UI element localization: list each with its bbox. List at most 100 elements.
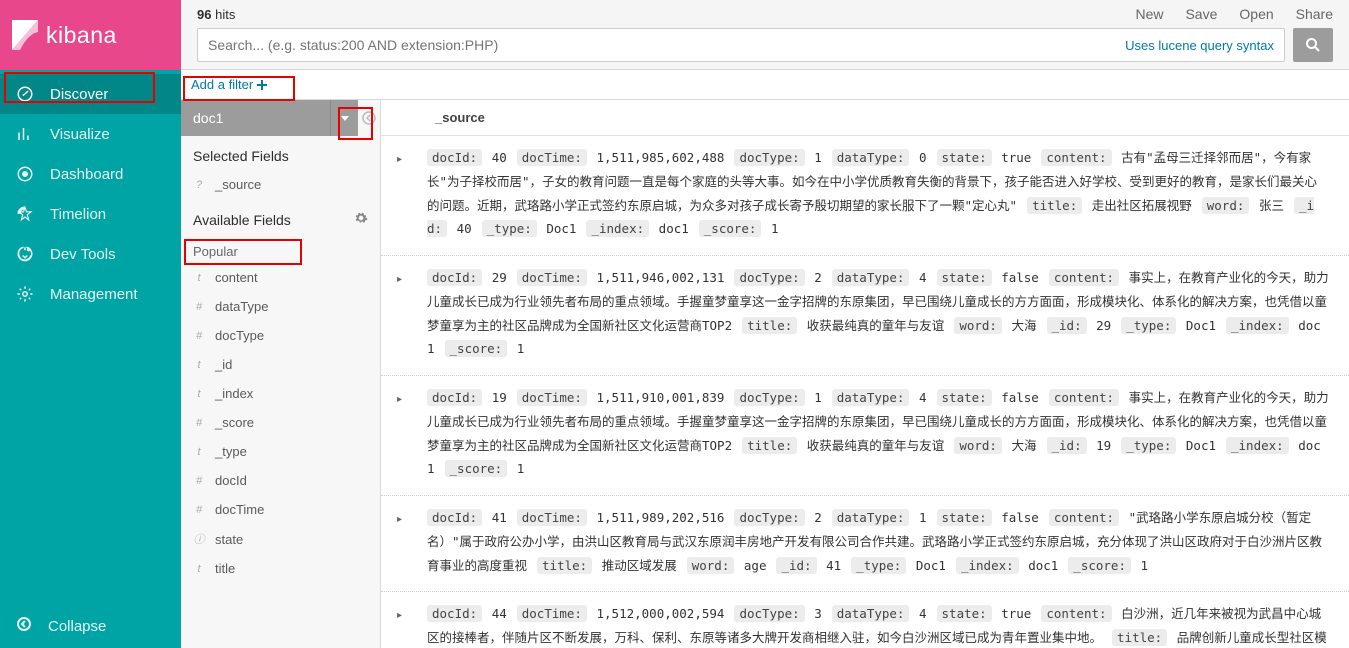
field-value: 1 [814,150,822,165]
wrench-icon [16,245,34,263]
bar-chart-icon [16,125,34,143]
collapse-fields-button[interactable] [360,109,378,127]
field-value: 40 [457,221,472,236]
field-name: _source [215,177,261,192]
selected-field-_source[interactable]: ?_source [181,170,380,199]
field-key: docType: [734,149,804,166]
top-action-share[interactable]: Share [1296,6,1333,22]
available-field-_id[interactable]: t_id [181,350,380,379]
field-name: _score [215,415,254,430]
field-name: docType [215,328,264,343]
field-value: 29 [1096,318,1111,333]
logo[interactable]: kibana [0,0,181,70]
add-filter-label: Add a filter [191,77,253,92]
available-field-dataType[interactable]: #dataType [181,292,380,321]
available-field-state[interactable]: ⓘstate [181,524,380,554]
field-value: 1 [814,390,822,405]
field-key: docTime: [517,269,587,286]
add-filter-button[interactable]: Add a filter [191,77,267,92]
field-key: _score: [445,460,508,477]
nav-item-discover[interactable]: Discover [0,74,181,114]
field-key: state: [937,389,992,406]
field-type-icon: t [193,272,205,284]
popular-header: Popular [181,234,380,263]
field-key: title: [1027,197,1082,214]
nav-item-dev-tools[interactable]: Dev Tools [0,234,181,274]
field-key: state: [937,605,992,622]
expand-toggle[interactable]: ▸ [397,266,407,361]
field-key: state: [937,269,992,286]
field-value: false [1001,510,1039,525]
field-key: _index: [586,220,649,237]
index-pattern-caret[interactable] [330,100,358,136]
available-field-docTime[interactable]: #docTime [181,495,380,524]
collapse-button[interactable]: Collapse [0,604,181,648]
search-input[interactable] [208,37,1117,53]
top-action-save[interactable]: Save [1185,6,1217,22]
row-content: docId: 29docTime: 1,511,946,002,131docTy… [427,266,1329,361]
field-type-icon: t [193,446,205,458]
gear-icon [16,285,34,303]
index-pattern-select[interactable]: doc1 [181,100,330,136]
field-value: Doc1 [1186,318,1216,333]
search-box[interactable]: Uses lucene query syntax [197,28,1285,62]
field-value: 2 [814,270,822,285]
nav: Discover VisualizeDashboardTimelionDev To… [0,70,181,314]
field-value: false [1001,270,1039,285]
available-field-_score[interactable]: #_score [181,408,380,437]
field-key: docTime: [517,605,587,622]
field-value: doc1 [1028,558,1058,573]
field-key: _score: [699,220,762,237]
top-action-open[interactable]: Open [1239,6,1273,22]
field-key: docType: [734,389,804,406]
field-key: docTime: [517,389,587,406]
expand-toggle[interactable]: ▸ [397,386,407,481]
expand-toggle[interactable]: ▸ [397,146,407,241]
field-key: docId: [427,509,482,526]
available-fields-header: Available Fields [181,199,380,234]
available-field-docId[interactable]: #docId [181,466,380,495]
field-key: dataType: [832,509,910,526]
nav-item-timelion[interactable]: Timelion [0,194,181,234]
timelion-icon [16,205,34,223]
top-action-new[interactable]: New [1135,6,1163,22]
compass-icon [16,85,34,103]
field-value: 4 [919,606,927,621]
field-key: dataType: [832,149,910,166]
available-field-docType[interactable]: # docType [181,321,380,350]
nav-item-management[interactable]: Management [0,274,181,314]
lucene-syntax-link[interactable]: Uses lucene query syntax [1125,38,1274,53]
collapse-label: Collapse [48,618,106,635]
field-value: 1 [771,221,779,236]
available-field-_type[interactable]: t_type [181,437,380,466]
nav-item-dashboard[interactable]: Dashboard [0,154,181,194]
available-field-_index[interactable]: t_index [181,379,380,408]
sidebar: kibana Discover VisualizeDashboardTimelio… [0,0,181,648]
field-key: word: [954,317,1002,334]
field-type-icon: # [193,330,205,342]
field-key: _index: [1226,437,1289,454]
kibana-logo-icon [12,20,38,50]
available-field-title[interactable]: ttitle [181,554,380,583]
field-name: docId [215,473,247,488]
nav-label: Discover [50,86,108,103]
fields-settings-button[interactable] [354,211,368,228]
field-value: 3 [814,606,822,621]
expand-toggle[interactable]: ▸ [397,506,407,577]
field-key: dataType: [832,389,910,406]
field-key: dataType: [832,605,910,622]
field-key: state: [937,509,992,526]
field-type-icon: t [193,388,205,400]
expand-toggle[interactable]: ▸ [397,602,407,648]
search-button[interactable] [1293,28,1333,62]
field-value: 收获最纯真的童年与友谊 [807,318,945,333]
nav-item-visualize[interactable]: Visualize [0,114,181,154]
field-value: 19 [492,390,507,405]
available-field-content[interactable]: tcontent [181,263,380,292]
field-value: Doc1 [916,558,946,573]
field-value: 1 [517,341,525,356]
field-name: _id [215,357,232,372]
field-key: content: [1041,149,1111,166]
field-value: 1,511,989,202,516 [597,510,725,525]
field-value: true [1001,606,1031,621]
